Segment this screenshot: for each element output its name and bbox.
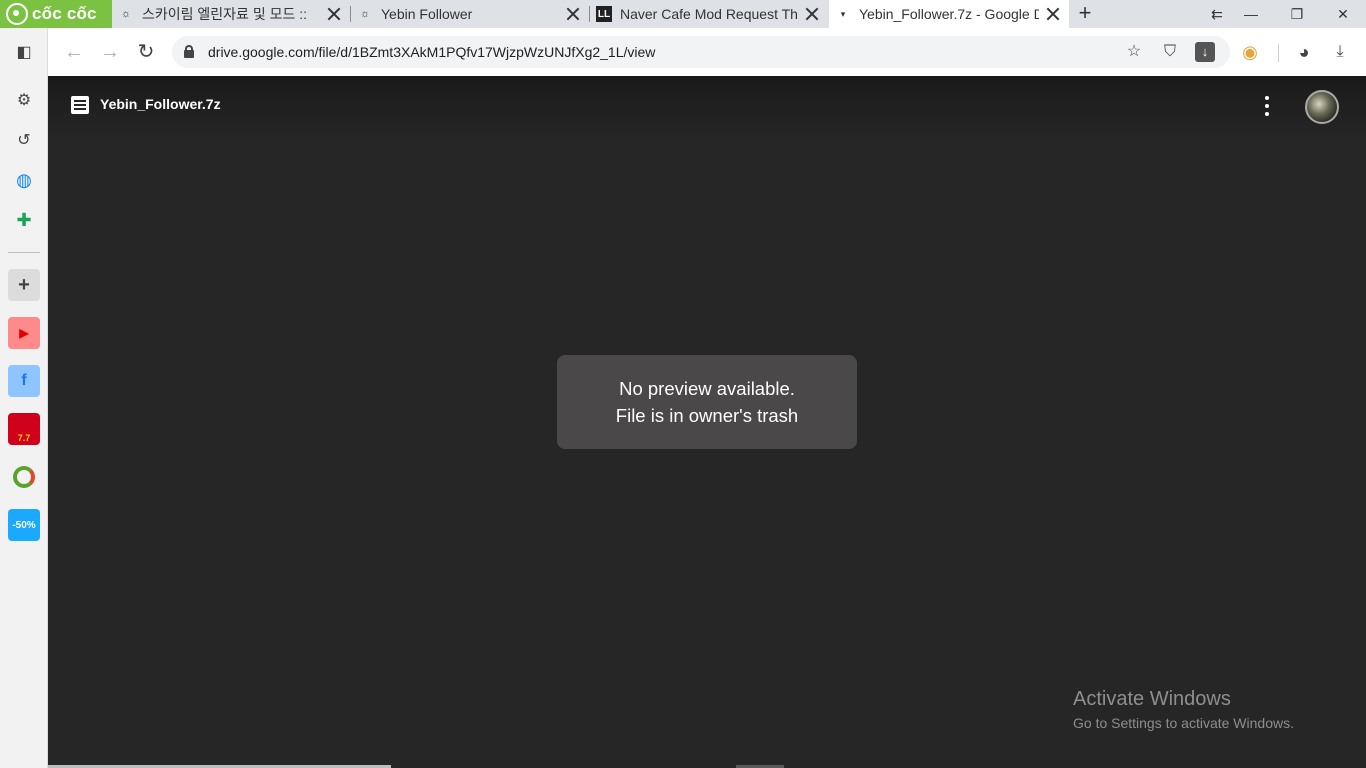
minimize-button[interactable]: ― xyxy=(1228,0,1274,28)
shield-icon[interactable]: ⛉ xyxy=(1160,42,1180,62)
ll-favicon-icon: LL xyxy=(596,6,612,22)
activate-windows-title: Activate Windows xyxy=(1073,688,1231,710)
activate-windows-watermark: Activate Windows Go to Settings to activ… xyxy=(1073,688,1294,731)
close-window-button[interactable]: ✕ xyxy=(1320,0,1366,28)
lock-icon[interactable] xyxy=(184,45,194,58)
activate-windows-subtitle: Go to Settings to activate Windows. xyxy=(1073,715,1294,731)
tab-title: Naver Cafe Mod Request Thre xyxy=(620,6,798,22)
brand-name: cốc cốc xyxy=(32,4,97,23)
account-avatar[interactable] xyxy=(1305,90,1339,124)
download-video-icon[interactable]: ↓ xyxy=(1195,42,1215,62)
profile-icon[interactable]: ◕ xyxy=(1292,40,1316,64)
no-preview-message: No preview available. File is in owner's… xyxy=(557,355,857,449)
reader-icon[interactable]: ◧ xyxy=(12,40,36,64)
coccoc-logo-icon xyxy=(6,3,28,25)
facebook-app-icon[interactable]: f xyxy=(8,365,40,397)
lemon-icon xyxy=(13,466,35,488)
file-list-icon[interactable] xyxy=(71,96,89,114)
tab-google-drive[interactable]: ▾ Yebin_Follower.7z - Google D xyxy=(829,0,1069,28)
new-tab-button[interactable]: + xyxy=(1074,2,1096,25)
gamepad-icon[interactable]: ✚ xyxy=(12,208,36,232)
no-preview-line: No preview available. xyxy=(619,378,795,399)
sidebar-divider xyxy=(8,252,40,253)
tab-naver-cafe-mod-request[interactable]: LL Naver Cafe Mod Request Thre xyxy=(590,0,828,28)
forward-button[interactable]: → xyxy=(98,40,122,64)
sidebar: ◧ ⚙ ↺ ◍ ✚ + ▶ f 7.7 -50% xyxy=(0,28,48,768)
extension-icon[interactable]: ◉ xyxy=(1238,40,1262,64)
viewer-header: Yebin_Follower.7z xyxy=(48,76,1366,140)
tiki-app-icon[interactable]: -50% xyxy=(8,509,40,541)
back-button[interactable]: ← xyxy=(62,40,86,64)
toolbar: ← → ↻ drive.google.com/file/d/1BZmt3XAkM… xyxy=(48,28,1366,76)
drive-file-viewer: Yebin_Follower.7z No preview available. … xyxy=(48,76,1366,768)
close-tab-icon[interactable] xyxy=(804,6,820,22)
tab-title: Yebin_Follower.7z - Google D xyxy=(859,6,1039,22)
bookmark-star-icon[interactable]: ☆ xyxy=(1124,42,1144,62)
wizard-favicon-icon: ☼ xyxy=(120,8,132,20)
address-bar[interactable]: drive.google.com/file/d/1BZmt3XAkM1PQfv1… xyxy=(172,36,1230,68)
coccoc-logo[interactable]: cốc cốc xyxy=(0,0,112,28)
tab-title: Yebin Follower xyxy=(381,6,473,22)
add-app-button[interactable]: + xyxy=(8,269,40,301)
downloads-icon[interactable]: ⤓ xyxy=(1328,40,1352,64)
reload-button[interactable]: ↻ xyxy=(134,40,158,64)
close-tab-icon[interactable] xyxy=(1045,6,1061,22)
shopee-app-icon[interactable]: 7.7 xyxy=(8,413,40,445)
history-icon[interactable]: ↺ xyxy=(12,128,36,152)
trash-status-line: File is in owner's trash xyxy=(615,405,799,426)
tab-yebin-follower[interactable]: ☼ Yebin Follower xyxy=(351,0,589,28)
tab-strip: cốc cốc ☼ 스카이림 엘린자료 및 모드 :: ☼ Yebin Foll… xyxy=(0,0,1366,28)
url-text[interactable]: drive.google.com/file/d/1BZmt3XAkM1PQfv1… xyxy=(208,44,655,60)
tab-naver-cafe-skyrim[interactable]: ☼ 스카이림 엘린자료 및 모드 :: xyxy=(112,0,350,28)
youtube-app-icon[interactable]: ▶ xyxy=(8,317,40,349)
lemon-app-icon[interactable] xyxy=(8,461,40,493)
settings-icon[interactable]: ⚙ xyxy=(12,88,36,112)
file-name: Yebin_Follower.7z xyxy=(100,96,221,112)
close-tab-icon[interactable] xyxy=(565,6,581,22)
messenger-icon[interactable]: ◍ xyxy=(12,168,36,192)
close-tab-icon[interactable] xyxy=(326,6,342,22)
restore-button[interactable]: ❐ xyxy=(1274,0,1320,28)
more-options-icon[interactable] xyxy=(1254,94,1278,118)
tab-title: 스카이림 엘린자료 및 모드 :: xyxy=(142,6,308,22)
drive-favicon-icon: ▾ xyxy=(840,8,846,19)
toolbar-divider xyxy=(1278,44,1279,62)
wizard-favicon-icon: ☼ xyxy=(359,8,371,20)
